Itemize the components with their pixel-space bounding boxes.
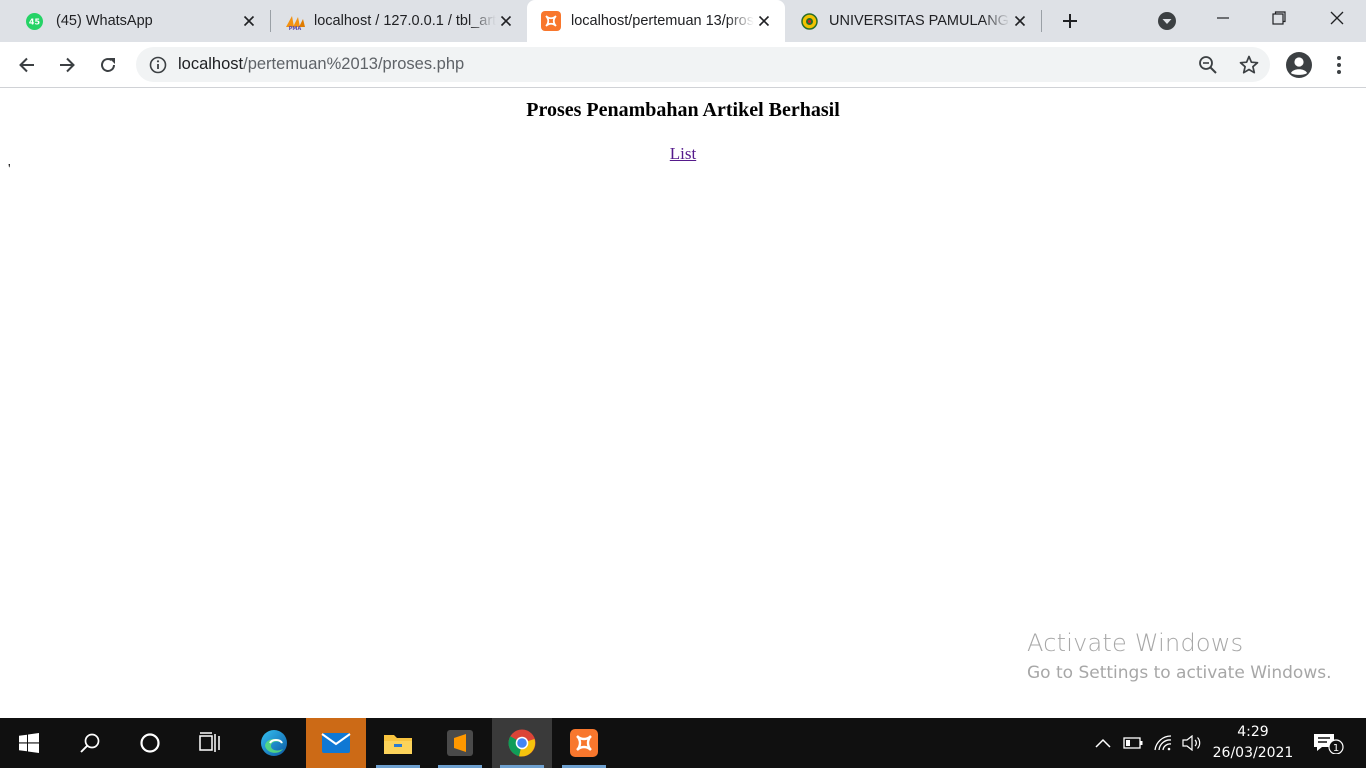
tab-title: localhost/pertemuan 13/proses.php <box>571 13 754 29</box>
close-tab-icon[interactable] <box>1010 11 1030 31</box>
profile-button[interactable] <box>1282 48 1316 82</box>
forward-button[interactable] <box>51 49 83 81</box>
wifi-icon <box>1154 735 1172 751</box>
edge-icon <box>261 730 287 756</box>
clock-date: 26/03/2021 <box>1212 745 1294 761</box>
folder-icon <box>384 735 412 754</box>
list-link[interactable]: List <box>670 144 696 163</box>
tab-whatsapp[interactable]: 45 (45) WhatsApp <box>0 0 270 42</box>
zoom-out-icon[interactable] <box>1198 55 1218 75</box>
reload-button[interactable] <box>92 49 124 81</box>
task-view-icon <box>199 732 220 752</box>
edge-app[interactable] <box>244 718 304 768</box>
mail-app[interactable] <box>306 718 366 768</box>
start-button[interactable] <box>0 718 58 768</box>
phpmyadmin-icon: PMA <box>284 13 306 30</box>
network-status[interactable] <box>1152 733 1174 753</box>
watermark-subtitle: Go to Settings to activate Windows. <box>1027 663 1332 683</box>
xampp-app[interactable] <box>554 718 614 768</box>
url-path: /pertemuan%2013/proses.php <box>243 55 465 73</box>
taskbar: 4:29 26/03/2021 1 <box>0 718 1366 768</box>
chrome-icon <box>508 729 536 757</box>
action-center-button[interactable]: 1 <box>1312 733 1346 754</box>
menu-button[interactable] <box>1323 49 1355 81</box>
arrow-right-icon <box>60 57 75 73</box>
system-clock[interactable]: 4:29 26/03/2021 <box>1212 722 1294 764</box>
stray-text: ' <box>8 162 11 177</box>
tab-phpmyadmin[interactable]: PMA localhost / 127.0.0.1 / tbl_artikel <box>270 0 527 42</box>
link-container: List <box>0 144 1366 164</box>
tab-strip: 45 (45) WhatsApp PMA localhost / 127.0.0… <box>0 0 1366 42</box>
clock-time: 4:29 <box>1237 724 1269 740</box>
search-button[interactable] <box>60 718 120 768</box>
url-host: localhost <box>178 55 244 73</box>
tab-unpam[interactable]: UNIVERSITAS PAMULANG <box>785 0 1041 42</box>
file-explorer-app[interactable] <box>368 718 428 768</box>
mail-icon <box>321 733 351 753</box>
xampp-taskbar-icon <box>570 729 598 757</box>
minimize-icon <box>1217 17 1229 19</box>
page-content: Proses Penambahan Artikel Berhasil List … <box>0 89 1366 718</box>
battery-icon <box>1123 737 1143 749</box>
tab-separator <box>1041 10 1042 32</box>
minimize-button[interactable] <box>1200 0 1246 36</box>
tab-title: localhost / 127.0.0.1 / tbl_artikel <box>314 13 496 29</box>
chevron-down-circle-icon <box>1158 12 1176 30</box>
tab-proses[interactable]: localhost/pertemuan 13/proses.php <box>527 0 785 42</box>
new-tab-button[interactable] <box>1056 7 1084 35</box>
chrome-app[interactable] <box>492 718 552 768</box>
cortana-button[interactable] <box>120 718 180 768</box>
tab-title: UNIVERSITAS PAMULANG <box>829 13 1009 29</box>
arrow-left-icon <box>19 57 34 73</box>
xampp-icon <box>541 11 561 31</box>
sublime-icon <box>447 730 473 756</box>
back-button[interactable] <box>11 49 43 81</box>
more-vertical-icon <box>1337 56 1341 74</box>
task-view-button[interactable] <box>180 718 240 768</box>
close-tab-icon[interactable] <box>496 11 516 31</box>
unpam-icon <box>801 12 818 30</box>
windows-logo-icon <box>19 733 39 753</box>
whatsapp-icon: 45 <box>26 12 43 30</box>
cortana-icon <box>140 733 160 753</box>
avatar-icon <box>1286 52 1312 78</box>
close-tab-icon[interactable] <box>754 11 774 31</box>
bookmark-star-icon[interactable] <box>1238 54 1260 76</box>
address-bar[interactable]: localhost/pertemuan%2013/proses.php <box>136 47 1270 82</box>
info-icon[interactable] <box>148 55 168 75</box>
speaker-icon <box>1182 735 1201 751</box>
url-text[interactable]: localhost/pertemuan%2013/proses.php <box>178 55 464 74</box>
restore-button[interactable] <box>1256 0 1302 36</box>
chevron-up-icon <box>1095 738 1111 748</box>
watermark-title: Activate Windows <box>1027 629 1244 657</box>
close-icon <box>1330 11 1344 25</box>
close-window-button[interactable] <box>1314 0 1360 36</box>
notification-icon: 1 <box>1314 734 1344 754</box>
tab-search-button[interactable] <box>1155 9 1179 33</box>
activate-windows-watermark: Activate Windows Go to Settings to activ… <box>1027 629 1332 683</box>
volume-control[interactable] <box>1181 733 1203 753</box>
sublime-text-app[interactable] <box>430 718 490 768</box>
close-tab-icon[interactable] <box>239 11 259 31</box>
tab-title: (45) WhatsApp <box>56 13 153 29</box>
page-heading: Proses Penambahan Artikel Berhasil <box>526 99 840 121</box>
reload-icon <box>101 57 115 72</box>
restore-icon <box>1272 11 1286 25</box>
svg-text:1: 1 <box>1333 743 1339 754</box>
browser-toolbar: localhost/pertemuan%2013/proses.php <box>0 42 1366 88</box>
show-hidden-icons[interactable] <box>1092 733 1114 753</box>
svg-text:45: 45 <box>29 17 41 26</box>
plus-icon <box>1063 14 1077 28</box>
svg-text:PMA: PMA <box>289 25 302 29</box>
search-icon <box>80 733 100 753</box>
battery-status[interactable] <box>1122 733 1144 753</box>
